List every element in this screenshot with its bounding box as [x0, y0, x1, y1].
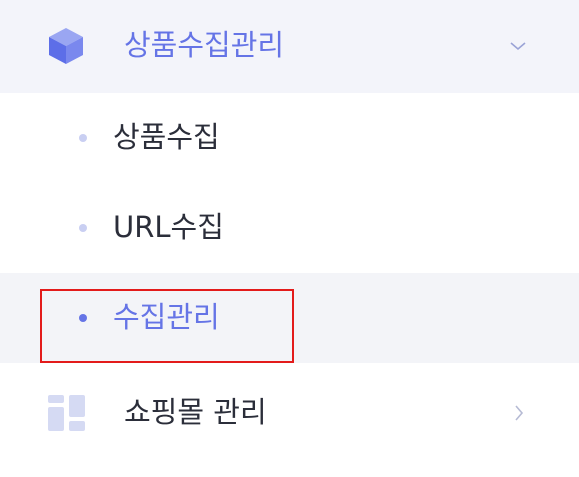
- menu-group-product-collection[interactable]: 상품수집관리: [0, 0, 579, 93]
- menu-group-shop-management[interactable]: 쇼핑몰 관리: [0, 364, 579, 464]
- bullet-icon: [79, 134, 87, 142]
- submenu-item-label: 상품수집: [113, 120, 220, 154]
- submenu-item-product-collect[interactable]: 상품수집: [0, 93, 579, 183]
- submenu-item-label: URL수집: [113, 210, 224, 244]
- chevron-down-icon[interactable]: [509, 38, 527, 52]
- menu-group-label: 상품수집관리: [124, 28, 285, 62]
- grid-icon: [48, 395, 86, 433]
- chevron-right-icon[interactable]: [513, 404, 525, 422]
- bullet-icon: [79, 224, 87, 232]
- highlight-box: [40, 289, 294, 363]
- cube-icon: [47, 26, 85, 66]
- submenu-item-url-collect[interactable]: URL수집: [0, 183, 579, 273]
- menu-group-label: 쇼핑몰 관리: [124, 395, 267, 429]
